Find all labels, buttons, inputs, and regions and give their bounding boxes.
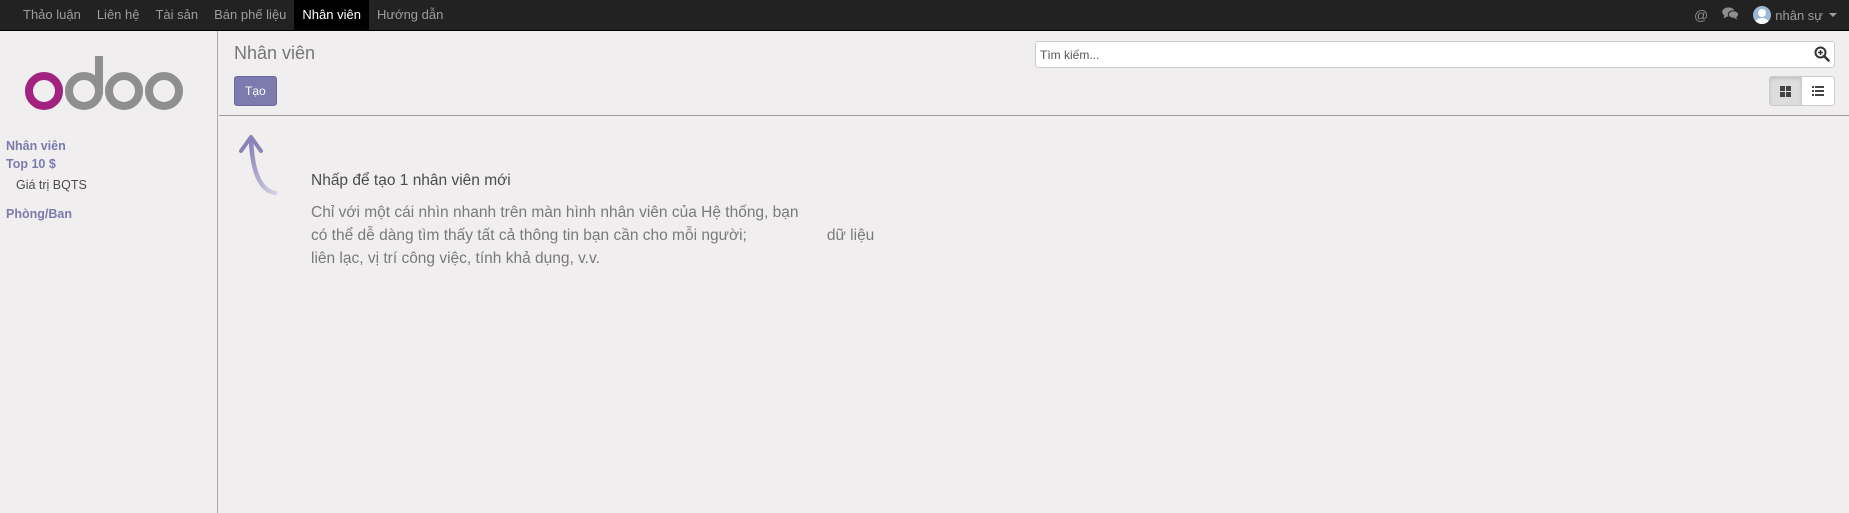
- sidebar-item-bqts-value[interactable]: Giá trị BQTS: [6, 176, 211, 194]
- curved-arrow-icon: [239, 135, 278, 196]
- at-icon[interactable]: @: [1694, 0, 1708, 30]
- help-line-3: liên lạc, vị trí công việc, tính khả dụn…: [311, 250, 600, 267]
- breadcrumb: Nhân viên: [234, 43, 316, 63]
- menu-item-employees[interactable]: Nhân viên: [294, 0, 369, 30]
- view-switcher: [1769, 76, 1835, 106]
- search-input[interactable]: [1036, 42, 1796, 67]
- list-view-button[interactable]: [1802, 76, 1835, 106]
- sidebar-item-top10[interactable]: Top 10 $: [6, 155, 211, 173]
- odoo-logo[interactable]: [22, 53, 192, 113]
- control-panel: Nhân viên Tạo: [219, 31, 1849, 116]
- help-line-2: có thể dễ dàng tìm thấy tất cả thông tin…: [311, 224, 931, 247]
- app-menu: Thảo luận Liên hệ Tài sản Bán phế liệu N…: [15, 0, 451, 30]
- systray: @ nhân sự: [1694, 0, 1849, 30]
- sidebar-nav: Nhân viên Top 10 $ Giá trị BQTS Phòng/Ba…: [6, 137, 211, 223]
- avatar: [1753, 6, 1772, 24]
- chat-icon[interactable]: [1722, 0, 1740, 30]
- help-line-1: Chỉ với một cái nhìn nhanh trên màn hình…: [311, 204, 799, 221]
- list-icon: [1812, 86, 1824, 96]
- user-name: nhân sự: [1775, 7, 1823, 23]
- menu-item-scrap-sale[interactable]: Bán phế liệu: [206, 0, 294, 30]
- search-icon[interactable]: [1814, 46, 1830, 62]
- kanban-view-button[interactable]: [1769, 76, 1802, 106]
- kanban-icon: [1780, 85, 1791, 97]
- sidebar-item-employees[interactable]: Nhân viên: [6, 137, 211, 155]
- help-description: Chỉ với một cái nhìn nhanh trên màn hình…: [311, 201, 931, 270]
- sidebar-item-departments[interactable]: Phòng/Ban: [6, 205, 211, 223]
- help-title: Nhấp để tạo 1 nhân viên mới: [311, 172, 511, 189]
- create-button[interactable]: Tạo: [234, 76, 277, 106]
- help-line-2-tail: dữ liệu: [826, 227, 875, 244]
- help-line-2-text: có thể dễ dàng tìm thấy tất cả thông tin…: [311, 227, 747, 244]
- caret-down-icon: [1829, 13, 1837, 17]
- top-navbar: Thảo luận Liên hệ Tài sản Bán phế liệu N…: [0, 0, 1849, 31]
- left-sidebar: Nhân viên Top 10 $ Giá trị BQTS Phòng/Ba…: [0, 31, 218, 513]
- menu-item-discuss[interactable]: Thảo luận: [15, 0, 89, 30]
- menu-item-contacts[interactable]: Liên hệ: [89, 0, 148, 30]
- menu-item-guide[interactable]: Hướng dẫn: [369, 0, 451, 30]
- menu-item-assets[interactable]: Tài sản: [147, 0, 206, 30]
- main-content: Nhân viên Tạo: [219, 31, 1849, 513]
- search-box: [1035, 41, 1835, 68]
- user-menu[interactable]: nhân sự: [1753, 6, 1837, 24]
